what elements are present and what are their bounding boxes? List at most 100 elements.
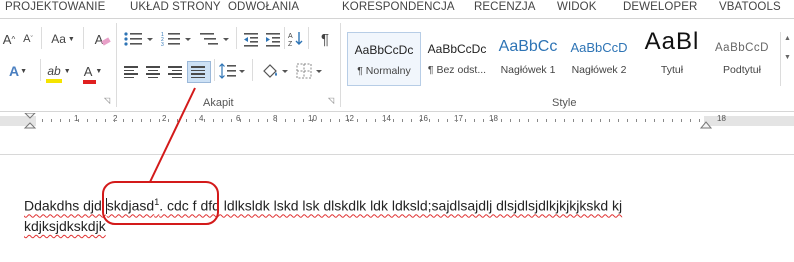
increase-indent-button[interactable] (262, 28, 284, 50)
ruler-tick (78, 119, 79, 122)
clear-formatting-button[interactable]: A (88, 28, 111, 50)
style-bez-odstepow[interactable]: AaBbCcDc ¶ Bez odst... (421, 32, 493, 84)
tab-korespondencja[interactable]: KORESPONDENCJA (342, 1, 455, 13)
bullets-button[interactable] (122, 28, 156, 50)
justify-icon (191, 66, 205, 79)
change-case-button[interactable]: Aa ▼ (48, 28, 78, 50)
tab-deweloper[interactable]: DEWELOPER (623, 1, 697, 13)
borders-button[interactable] (294, 60, 324, 82)
paragraph-dialog-launcher[interactable]: ◹ (328, 96, 334, 105)
ruler-tick (429, 119, 430, 122)
svg-text:Z: Z (288, 41, 293, 48)
ruler-tick (573, 119, 574, 122)
document-page[interactable]: Ddakdhs djd skdjasd1. cdc f dfd ldlksldk… (0, 155, 794, 262)
ruler-tick (51, 119, 52, 122)
ruler-tick (564, 119, 565, 122)
align-right-icon[interactable] (168, 66, 182, 79)
line-spacing-button[interactable] (218, 60, 246, 82)
ruler-tick (501, 119, 502, 122)
bullets-icon (124, 32, 153, 46)
style-name: Nagłówek 2 (571, 64, 627, 76)
style-preview: AaBbCcDc (354, 43, 414, 57)
style-name: ¶ Normalny (357, 65, 411, 77)
ruler-tick (699, 119, 700, 122)
style-podtytul[interactable]: AaBbCcD Podtytuł (706, 32, 778, 84)
style-normalny[interactable]: AaBbCcDc ¶ Normalny (347, 32, 421, 86)
grow-font-button[interactable]: A ^ (0, 28, 18, 50)
ruler-number: 4 (199, 114, 204, 123)
style-tytul[interactable]: AaBl Tytuł (636, 28, 708, 84)
style-gallery-scroll[interactable]: ▲ ▼ (780, 32, 794, 86)
ruler-tick (258, 119, 259, 122)
ruler-tick (339, 119, 340, 122)
ruler-tick (366, 119, 367, 122)
ruler-tick (141, 119, 142, 122)
document-line-2[interactable]: kdjksjdkskdjk (24, 218, 106, 234)
shading-icon (263, 64, 288, 78)
ruler-tick (681, 119, 682, 122)
borders-icon (296, 63, 322, 79)
multilevel-list-icon (200, 33, 229, 45)
ruler-tick (132, 119, 133, 122)
tab-vbatools[interactable]: VBATOOLS (719, 1, 781, 13)
ruler-tick (42, 119, 43, 122)
ruler-tick (303, 119, 304, 122)
sort-button[interactable]: A Z (286, 28, 306, 50)
change-case-icon: Aa (51, 32, 66, 46)
text-run: skdjasd (106, 197, 155, 214)
ruler-tick (618, 119, 619, 122)
scroll-up-icon[interactable]: ▲ (784, 35, 791, 42)
ruler-tick (546, 119, 547, 122)
document-margin-area (0, 130, 794, 155)
highlight-button[interactable]: ab ▼ (44, 60, 74, 83)
divider (214, 59, 215, 81)
tab-uklad-strony[interactable]: UKŁAD STRONY (130, 1, 221, 13)
show-marks-button[interactable]: ¶ (314, 28, 336, 50)
shading-button[interactable] (260, 60, 290, 82)
ruler-tick (393, 119, 394, 122)
numbering-button[interactable]: 1 2 3 (160, 28, 194, 50)
ruler-tick (114, 119, 115, 122)
ruler-tick (519, 119, 520, 122)
ruler-tick (438, 119, 439, 122)
text-run: . cdc f dfd ldlksldk lskd lsk dlskdlk ld… (159, 197, 623, 214)
ruler-tick (555, 119, 556, 122)
multilevel-list-button[interactable] (198, 28, 232, 50)
clear-formatting-icon: A (95, 32, 111, 47)
ruler-tick (330, 119, 331, 122)
tab-odwolania[interactable]: ODWOŁANIA (228, 1, 299, 13)
increase-indent-icon (266, 33, 280, 47)
style-naglowek-2[interactable]: AaBbCcD Nagłówek 2 (563, 32, 635, 84)
document-line-1[interactable]: Ddakdhs djd skdjasd1. cdc f dfd ldlksldk… (24, 197, 622, 214)
ruler-tick (60, 119, 61, 122)
tab-recenzja[interactable]: RECENZJA (474, 1, 536, 13)
ruler-tick (285, 119, 286, 122)
align-left-icon[interactable] (124, 66, 138, 79)
tab-widok[interactable]: WIDOK (557, 1, 596, 13)
style-naglowek-1[interactable]: AaBbCc Nagłówek 1 (492, 32, 564, 84)
highlight-icon: ab (46, 64, 63, 83)
right-indent-marker-icon[interactable] (700, 118, 712, 129)
ribbon: A ^ Aˇ Aa ▼ A A ▼ ab ▼ A ▼ ◹ 1 2 3 A Z ¶… (0, 19, 794, 112)
horizontal-ruler[interactable]: 1 2 2 4 6 8 10 12 14 16 17 18 18 (0, 113, 794, 129)
ruler-tick (591, 119, 592, 122)
tab-projektowanie[interactable]: PROJEKTOWANIE (5, 1, 105, 13)
scroll-down-icon[interactable]: ▼ (784, 54, 791, 61)
numbering-icon: 1 2 3 (161, 32, 191, 48)
ruler-tick (492, 119, 493, 122)
ruler-tick (600, 119, 601, 122)
style-name: ¶ Bez odst... (427, 64, 487, 76)
decrease-indent-icon (244, 33, 258, 47)
font-color-button[interactable]: A ▼ (78, 60, 108, 84)
font-dialog-launcher[interactable]: ◹ (104, 96, 110, 105)
ruler-tick (348, 119, 349, 122)
style-name: Podtytuł (723, 64, 761, 76)
decrease-indent-button[interactable] (240, 28, 262, 50)
text-effects-button[interactable]: A ▼ (6, 60, 30, 82)
indent-marker-icon[interactable] (23, 113, 37, 129)
ruler-tick (465, 119, 466, 122)
shrink-font-button[interactable]: Aˇ (18, 28, 38, 50)
ruler-tick (384, 119, 385, 122)
align-center-icon[interactable] (146, 66, 160, 79)
ruler-tick (150, 119, 151, 122)
